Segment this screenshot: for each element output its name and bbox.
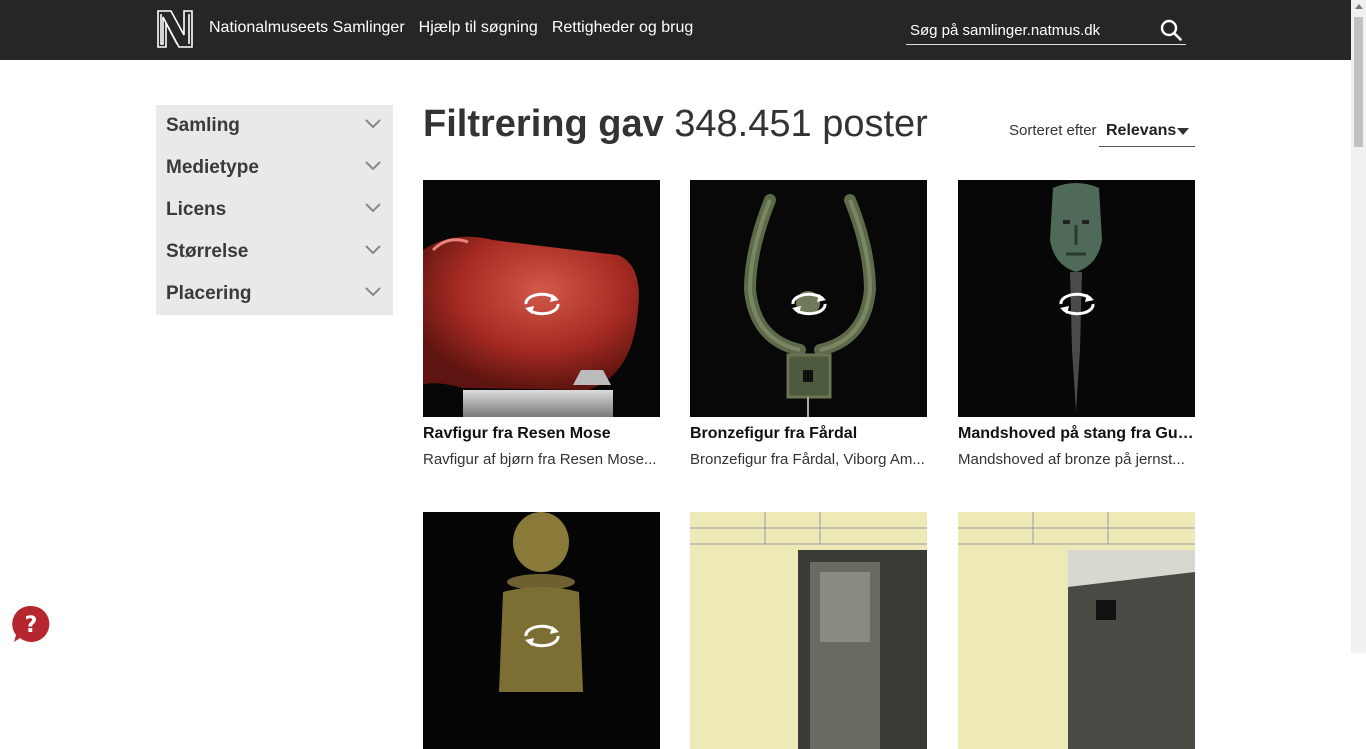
nm-logo-icon[interactable] xyxy=(157,9,195,49)
facet-label: Samling xyxy=(166,115,240,136)
rotate-3d-icon xyxy=(524,624,560,648)
result-card[interactable]: Ravfigur fra Resen Mose Ravfigur af bjør… xyxy=(423,180,660,468)
main-nav: Nationalmuseets Samlinger Hjælp til søgn… xyxy=(209,19,693,37)
result-card[interactable] xyxy=(690,512,927,749)
rotate-3d-icon xyxy=(524,292,560,316)
nav-link-collections[interactable]: Nationalmuseets Samlinger xyxy=(209,19,405,37)
result-card[interactable]: Mandshoved på stang fra Gudm... Mandshov… xyxy=(958,180,1195,468)
archive-card-image xyxy=(958,512,1195,749)
result-card[interactable] xyxy=(423,512,660,749)
result-thumbnail xyxy=(958,512,1195,749)
page-scrollbar[interactable] xyxy=(1351,0,1366,653)
sort-dropdown[interactable]: Relevans xyxy=(1099,117,1195,147)
svg-text:?: ? xyxy=(25,613,38,638)
top-bar: Nationalmuseets Samlinger Hjælp til søgn… xyxy=(0,0,1351,60)
result-card[interactable] xyxy=(958,512,1195,749)
result-title: Ravfigur fra Resen Mose xyxy=(423,425,611,442)
caret-down-icon xyxy=(1177,128,1189,135)
result-thumbnail xyxy=(423,180,660,417)
result-description: Mandshoved af bronze på jernst... xyxy=(958,451,1185,468)
rotate-3d-icon xyxy=(1059,292,1095,316)
filter-sidebar: Samling Medietype Licens Størrelse Place… xyxy=(156,105,393,315)
facet-medietype[interactable]: Medietype xyxy=(156,147,393,189)
chevron-down-icon xyxy=(365,119,381,129)
nav-link-search-help[interactable]: Hjælp til søgning xyxy=(419,19,538,37)
nav-link-rights[interactable]: Rettigheder og brug xyxy=(552,19,693,37)
facet-samling[interactable]: Samling xyxy=(156,105,393,147)
chevron-down-icon xyxy=(365,161,381,171)
chevron-down-icon xyxy=(365,287,381,297)
result-description: Bronzefigur fra Fårdal, Viborg Am... xyxy=(690,451,925,468)
results-heading: Filtrering gav 348.451 poster xyxy=(423,103,928,146)
result-title: Bronzefigur fra Fårdal xyxy=(690,425,858,442)
sort-label: Sorteret efter xyxy=(1009,122,1097,139)
facet-label: Licens xyxy=(166,199,227,220)
facet-placering[interactable]: Placering xyxy=(156,273,393,315)
search-icon[interactable] xyxy=(1160,19,1182,41)
result-title: Mandshoved på stang fra Gudm... xyxy=(958,425,1195,442)
search-box xyxy=(906,16,1186,45)
result-card[interactable]: Bronzefigur fra Fårdal Bronzefigur fra F… xyxy=(690,180,927,468)
search-input[interactable] xyxy=(910,16,1150,44)
facet-label: Medietype xyxy=(166,157,259,178)
results-count: 348.451 poster xyxy=(674,103,928,145)
result-description: Ravfigur af bjørn fra Resen Mose... xyxy=(423,451,657,468)
chevron-down-icon xyxy=(365,245,381,255)
help-question-icon[interactable]: ? xyxy=(12,605,50,643)
facet-label: Størrelse xyxy=(166,241,249,262)
scroll-up-arrow-icon[interactable] xyxy=(1355,4,1363,9)
result-thumbnail xyxy=(423,512,660,749)
sort-value: Relevans xyxy=(1106,122,1177,139)
result-thumbnail xyxy=(690,512,927,749)
rotate-3d-icon xyxy=(791,292,827,316)
results-heading-label: Filtrering gav xyxy=(423,103,664,145)
facet-stoerrelse[interactable]: Størrelse xyxy=(156,231,393,273)
result-thumbnail xyxy=(690,180,927,417)
scrollbar-thumb[interactable] xyxy=(1354,17,1363,147)
facet-licens[interactable]: Licens xyxy=(156,189,393,231)
chevron-down-icon xyxy=(365,203,381,213)
archive-card-image xyxy=(690,512,927,749)
facet-label: Placering xyxy=(166,283,252,304)
result-thumbnail xyxy=(958,180,1195,417)
